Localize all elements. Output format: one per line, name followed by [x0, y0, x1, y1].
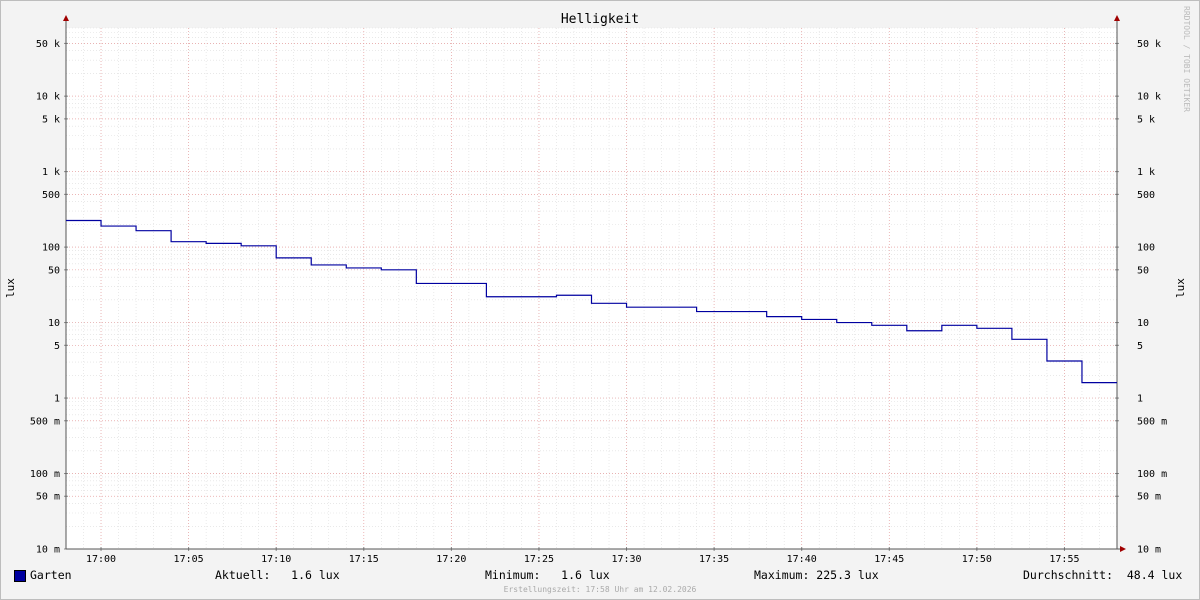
legend-swatch-garten — [14, 570, 26, 582]
x-tick-label: 17:45 — [874, 554, 904, 565]
legend-maximum: Maximum: 225.3 lux — [754, 568, 879, 582]
x-tick-label: 17:00 — [86, 554, 116, 565]
legend-current: Aktuell: 1.6 lux — [215, 568, 340, 582]
x-tick-label: 17:30 — [611, 554, 641, 565]
legend-series-name: Garten — [30, 568, 72, 582]
y-tick-label-right: 1 k — [1137, 167, 1155, 178]
x-tick-label: 17:40 — [787, 554, 817, 565]
y-tick-label-right: 100 — [1137, 243, 1155, 254]
y-tick-label-left: 10 m — [36, 545, 60, 556]
y-tick-label-right: 1 — [1137, 394, 1143, 405]
x-tick-label: 17:35 — [699, 554, 729, 565]
y-axis-label-left: lux — [4, 278, 17, 298]
x-tick-label: 17:05 — [174, 554, 204, 565]
x-tick-label: 17:50 — [962, 554, 992, 565]
y-tick-label-right: 10 — [1137, 318, 1149, 329]
y-tick-label-left: 50 — [48, 265, 60, 276]
y-axis-label-right: lux — [1174, 278, 1187, 298]
y-tick-label-right: 50 k — [1137, 39, 1161, 50]
y-tick-label-right: 500 m — [1137, 416, 1167, 427]
brightness-chart: 50 k 50 k 10 k 10 k 5 k 5 k 1 k 1 k 500 500 100 100… — [4, 12, 1187, 565]
y-tick-label-right: 100 m — [1137, 469, 1167, 480]
y-tick-label-left: 10 k — [36, 92, 60, 103]
y-tick-label-left: 100 — [42, 243, 60, 254]
x-tick-label: 17:20 — [436, 554, 466, 565]
y-tick-label-right: 10 k — [1137, 92, 1161, 103]
y-tick-label-left: 5 k — [42, 114, 60, 125]
x-tick-label: 17:25 — [524, 554, 554, 565]
rrdtool-watermark: RRDTOOL / TOBI OETIKER — [1182, 6, 1191, 112]
x-tick-label: 17:10 — [261, 554, 291, 565]
x-axis-arrow — [1120, 546, 1126, 552]
y-tick-label-left: 1 k — [42, 167, 60, 178]
y-tick-label-left: 500 — [42, 190, 60, 201]
y-tick-label-right: 50 m — [1137, 492, 1161, 503]
grid — [65, 27, 1118, 550]
y-tick-label-left: 500 m — [30, 416, 60, 427]
y-tick-label-left: 5 — [54, 341, 60, 352]
x-tick-label: 17:55 — [1049, 554, 1079, 565]
y-tick-label-right: 10 m — [1137, 545, 1161, 556]
y-axis-arrow-left — [63, 15, 69, 21]
y-tick-label-right: 500 — [1137, 190, 1155, 201]
creation-time-footer: Erstellungszeit: 17:58 Uhr am 12.02.2026 — [503, 585, 697, 594]
x-tick-label: 17:15 — [349, 554, 379, 565]
y-axis-arrow-right — [1114, 15, 1120, 21]
y-tick-label-left: 100 m — [30, 469, 60, 480]
y-tick-label-left: 50 m — [36, 492, 60, 503]
legend-average: Durchschnitt: 48.4 lux — [1023, 568, 1183, 582]
chart-title: Helligkeit — [561, 12, 639, 27]
y-tick-label-left: 10 — [48, 318, 60, 329]
y-tick-label-right: 50 — [1137, 265, 1149, 276]
y-tick-label-right: 5 k — [1137, 114, 1155, 125]
legend-minimum: Minimum: 1.6 lux — [485, 568, 610, 582]
y-tick-label-left: 50 k — [36, 39, 60, 50]
y-tick-label-left: 1 — [54, 394, 60, 405]
y-tick-label-right: 5 — [1137, 341, 1143, 352]
